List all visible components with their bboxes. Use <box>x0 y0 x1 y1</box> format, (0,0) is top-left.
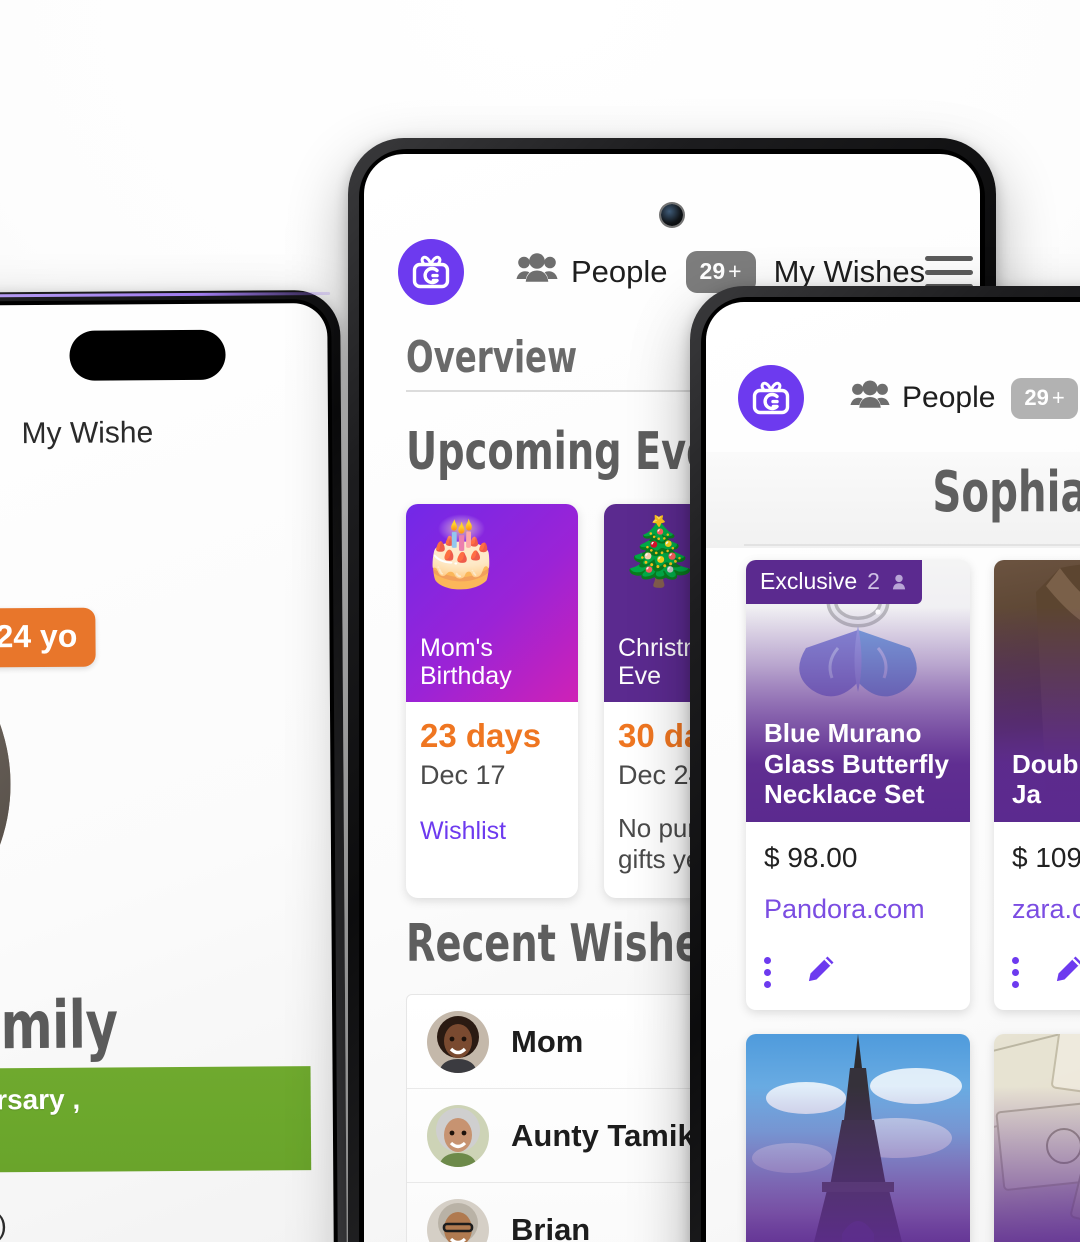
nav-people-label[interactable]: People <box>902 381 995 415</box>
people-group-icon[interactable] <box>516 252 558 292</box>
status-badge: Exclusive 2 <box>746 560 922 604</box>
pencil-edit-icon[interactable] <box>803 953 837 992</box>
hamburger-menu-icon[interactable] <box>925 255 974 289</box>
product-store-link[interactable]: Pandora.com <box>764 894 952 925</box>
list-item-label: Brian <box>511 1212 591 1242</box>
product-image: Double S Short Ja <box>994 560 1080 822</box>
product-actions <box>764 953 952 992</box>
event-title: Mom's Birthday <box>420 634 512 690</box>
top-nav-left: People 29+ My Wishe <box>0 395 328 473</box>
nav-my-wishes-label[interactable]: My Wishes <box>774 254 926 290</box>
event-card[interactable]: 🎂 Mom's Birthday 23 days Dec 17 Wishlist <box>406 504 578 898</box>
top-nav-right: People 29+ My W <box>706 352 1080 444</box>
people-group-icon[interactable] <box>850 379 890 418</box>
phone-screen-left: People 29+ My Wishe <box>0 302 335 1242</box>
person-icon <box>892 574 906 589</box>
event-card-body: 23 days Dec 17 Wishlist <box>406 702 578 868</box>
phone-bezel-left: People 29+ My Wishe <box>0 298 339 1242</box>
phone-device-left: People 29+ My Wishe <box>0 289 348 1242</box>
pencil-edit-icon[interactable] <box>1051 953 1080 992</box>
status-badge-label: Exclusive <box>760 568 858 594</box>
event-date: Dec 17 <box>420 760 506 791</box>
event-countdown: 23 days <box>420 717 542 754</box>
wishlist-product-grid: Exclusive 2 Blue Murano Glass Butterfly … <box>746 560 1080 1242</box>
age-badge: 24 yo <box>0 607 96 668</box>
gift-g-logo-icon[interactable] <box>738 365 804 431</box>
event-card-header: 🎂 Mom's Birthday <box>406 504 578 702</box>
product-card[interactable]: Exclusive 2 Blue Murano Glass Butterfly … <box>746 560 970 1010</box>
product-title: Blue Murano Glass Butterfly Necklace Set <box>764 717 949 810</box>
overview-heading: Overview <box>406 332 578 383</box>
nav-people-label[interactable]: People <box>571 254 668 290</box>
anniversary-banner: irthday is an anniversary , <box>0 1066 312 1175</box>
product-image: Money fo online co <box>994 1034 1080 1242</box>
product-meta: $ 109.00 zara.com <box>994 822 1080 1010</box>
more-vertical-icon[interactable] <box>764 957 771 988</box>
profile-name: Emily <box>0 986 118 1065</box>
phone-bezel-right: People 29+ My W Sophia Exclusive 2 <box>701 297 1080 1242</box>
product-meta: $ 98.00 Pandora.com <box>746 822 970 1010</box>
avatar <box>427 1010 489 1073</box>
wishes-count-badge: 29 + <box>1011 377 1078 419</box>
front-camera-icon <box>661 204 683 226</box>
avatar <box>427 1199 489 1242</box>
product-card[interactable]: Money fo online co <box>994 1034 1080 1242</box>
page-title: Sophia <box>932 460 1080 525</box>
recent-wishes-heading: Recent Wishes <box>406 914 724 974</box>
phone-device-right: People 29+ My W Sophia Exclusive 2 <box>690 286 1080 1242</box>
title-divider <box>744 544 1080 546</box>
product-image: Trip to Paris <box>746 1034 970 1242</box>
event-wishlist-link[interactable]: Wishlist <box>420 817 564 846</box>
gift-g-logo-icon[interactable] <box>398 239 464 305</box>
list-item-label: Aunty Tamika <box>511 1117 712 1153</box>
nav-my-wishes-label[interactable]: My Wishe <box>21 416 153 451</box>
product-price: $ 109.00 <box>1012 842 1080 873</box>
next-birthday-text: t birthday: 258 (Aug 9) <box>0 1210 7 1242</box>
product-store-link[interactable]: zara.com <box>1012 894 1080 925</box>
birthday-cake-icon: 🎂 <box>420 514 503 588</box>
product-card[interactable]: Double S Short Ja $ 109.00 zara.com <box>994 560 1080 1010</box>
product-actions <box>1012 953 1080 992</box>
avatar <box>427 1104 489 1167</box>
more-vertical-icon[interactable] <box>1012 957 1019 988</box>
status-badge-count: 2 <box>867 568 880 594</box>
product-card[interactable]: Trip to Paris <box>746 1034 970 1242</box>
list-item-label: Mom <box>511 1023 584 1059</box>
camera-punch-hole-left <box>69 329 226 381</box>
phone-screen-right: People 29+ My W Sophia Exclusive 2 <box>706 302 1080 1242</box>
product-title: Double S Short Ja <box>1012 748 1080 810</box>
anniversary-banner-text: irthday is an anniversary , <box>0 1083 81 1117</box>
product-price: $ 98.00 <box>764 842 858 873</box>
